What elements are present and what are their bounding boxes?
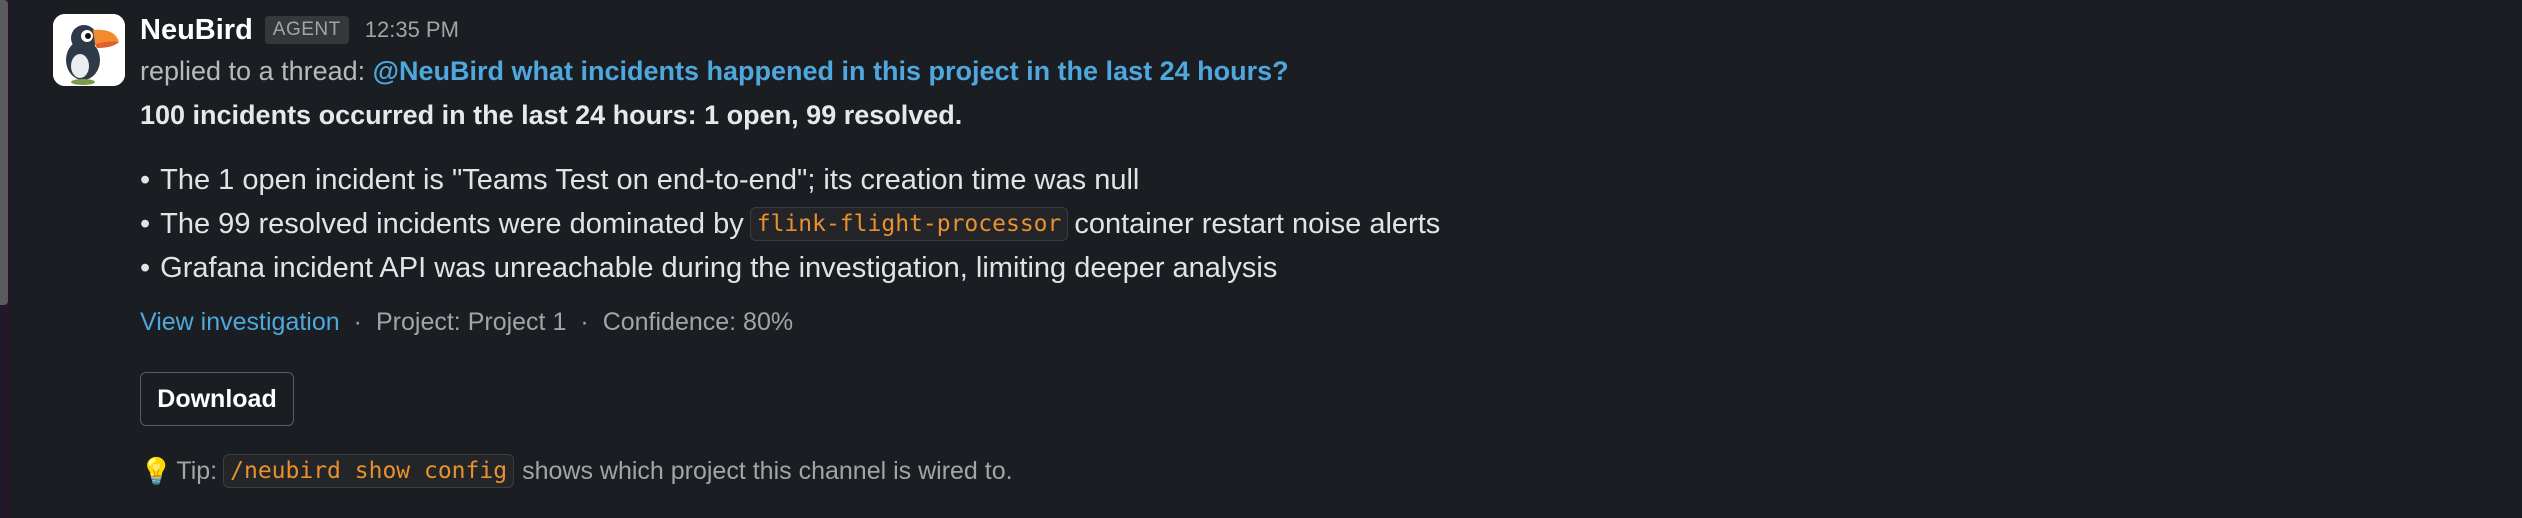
bullet-text: container restart noise alerts <box>1074 207 1441 240</box>
message-timestamp[interactable]: 12:35 PM <box>365 17 459 43</box>
avatar[interactable] <box>53 14 125 86</box>
thread-reference: replied to a thread: @NeuBird what incid… <box>140 56 1289 87</box>
thread-link[interactable]: @NeuBird what incidents happened in this… <box>373 56 1289 86</box>
summary-text: 100 incidents occurred in the last 24 ho… <box>140 100 963 130</box>
tip-command-code: /neubird show config <box>223 454 515 488</box>
investigation-meta: View investigation · Project: Project 1 … <box>140 308 793 337</box>
agent-badge: AGENT <box>264 16 349 44</box>
message-header: NeuBird AGENT 12:35 PM <box>140 10 459 50</box>
thread-prefix: replied to a thread: <box>140 56 366 86</box>
left-rail <box>0 0 12 518</box>
inline-code: flink-flight-processor <box>749 207 1069 241</box>
tip-label: Tip: <box>176 456 218 485</box>
list-item: • Grafana incident API was unreachable d… <box>140 246 1440 290</box>
bullet-list: • The 1 open incident is "Teams Test on … <box>140 158 1440 290</box>
list-item: • The 99 resolved incidents were dominat… <box>140 202 1440 246</box>
view-investigation-link[interactable]: View investigation <box>140 308 340 337</box>
project-label: Project: Project 1 <box>376 308 567 336</box>
download-button[interactable]: Download <box>140 372 294 426</box>
confidence-label: Confidence: 80% <box>602 308 794 336</box>
toucan-icon <box>53 14 125 86</box>
sender-name[interactable]: NeuBird <box>140 14 253 47</box>
slack-message-view: NeuBird AGENT 12:35 PM replied to a thre… <box>0 0 2522 518</box>
bullet-text: The 1 open incident is "Teams Test on en… <box>160 163 1140 196</box>
tip-row: 💡 Tip: /neubird show config shows which … <box>140 454 1013 488</box>
bullet-dot: • <box>140 251 151 284</box>
meta-separator: · <box>580 308 589 336</box>
bullet-dot: • <box>140 207 151 240</box>
bullet-dot: • <box>140 163 151 196</box>
bullet-text: Grafana incident API was unreachable dur… <box>160 251 1278 284</box>
tip-text: shows which project this channel is wire… <box>522 456 1013 485</box>
list-item: • The 1 open incident is "Teams Test on … <box>140 158 1440 202</box>
scrollbar-thumb[interactable] <box>0 0 8 305</box>
bullet-text: The 99 resolved incidents were dominated… <box>160 207 744 240</box>
meta-separator: · <box>353 308 362 336</box>
lightbulb-icon: 💡 <box>140 455 173 486</box>
